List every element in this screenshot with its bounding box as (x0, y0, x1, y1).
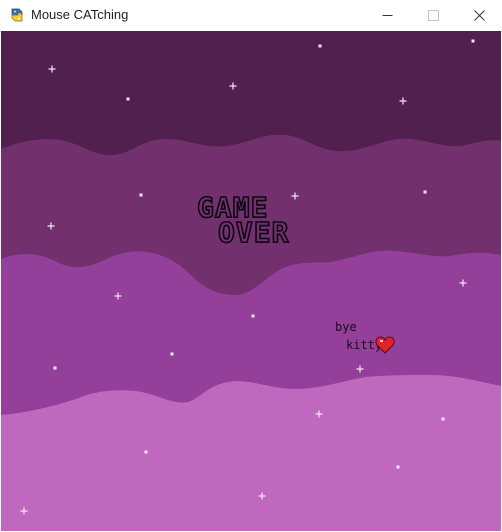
minimize-button[interactable] (364, 0, 410, 31)
python-icon (9, 7, 25, 23)
maximize-icon (428, 10, 439, 21)
star-dot (251, 314, 255, 318)
star-dot (144, 450, 148, 454)
app-window: Mouse CATching GAME OVER bye kitty (0, 0, 502, 532)
star-dot (423, 190, 427, 194)
close-icon (474, 10, 485, 21)
title-bar[interactable]: Mouse CATching (0, 0, 502, 32)
star-dot (170, 352, 174, 356)
star-dot (471, 39, 475, 43)
star-dot (139, 193, 143, 197)
farewell-line-1: bye (335, 320, 357, 334)
game-over-line-2: OVER (218, 216, 289, 249)
window-title: Mouse CATching (31, 7, 129, 22)
maximize-button[interactable] (410, 0, 456, 31)
game-scene: GAME OVER bye kitty (1, 31, 501, 531)
game-canvas[interactable]: GAME OVER bye kitty (1, 31, 501, 531)
close-button[interactable] (456, 0, 502, 31)
star-dot (53, 366, 57, 370)
star-dot (318, 44, 322, 48)
minimize-icon (382, 15, 393, 16)
star-dot (396, 465, 400, 469)
star-dot (126, 97, 130, 101)
star-dot (441, 417, 445, 421)
